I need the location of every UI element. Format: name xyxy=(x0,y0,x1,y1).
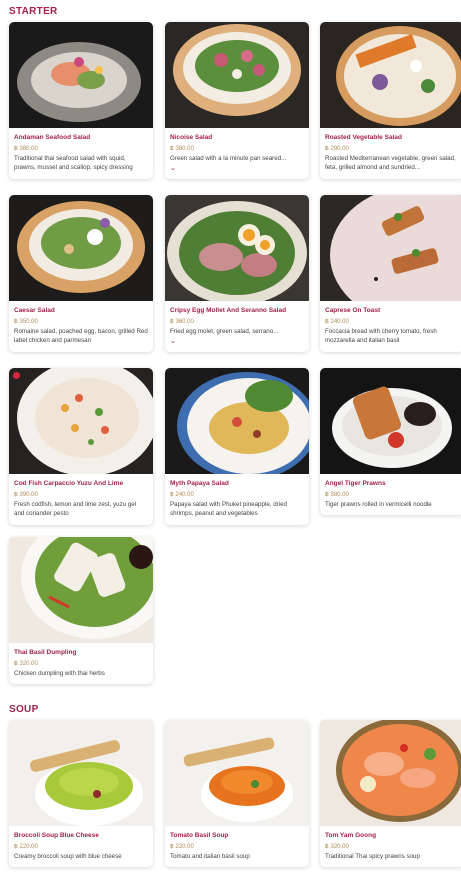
menu-item-card[interactable]: Tom Yam Goong ฿ 320.00 Traditional Thai … xyxy=(320,720,461,867)
dish-photo xyxy=(165,195,309,301)
item-price: ฿ 220.00 xyxy=(14,844,38,850)
item-description: Papaya salad with Phuket pineapple, drie… xyxy=(170,501,287,517)
item-description: Traditional Thai spicy prawns soup xyxy=(325,853,420,860)
item-price: ฿ 380.00 xyxy=(14,146,38,152)
chevron-down-icon[interactable]: ⌄ xyxy=(170,165,304,173)
section-title-soup: SOUP xyxy=(9,704,39,715)
item-price: ฿ 380.00 xyxy=(170,146,194,152)
item-price: ฿ 240.00 xyxy=(325,319,349,325)
dish-photo xyxy=(320,368,461,474)
item-price: ฿ 320.00 xyxy=(325,844,349,850)
dish-photo xyxy=(165,22,309,128)
item-name: Caesar Salad xyxy=(14,307,55,314)
item-price: ฿ 390.00 xyxy=(14,492,38,498)
item-name: Andaman Seafood Salad xyxy=(14,134,91,141)
item-description: Fresh codfish, lemon and lime zest, yuzu… xyxy=(14,501,137,517)
dish-photo xyxy=(165,368,309,474)
dish-photo xyxy=(320,22,461,128)
item-price: ฿ 380.00 xyxy=(325,492,349,498)
menu-item-card[interactable]: Tomato Basil Soup ฿ 220.00 Tomato and it… xyxy=(165,720,309,867)
dish-photo xyxy=(320,720,461,826)
item-description: Foccacia bread with cherry tomato, fresh… xyxy=(325,328,437,344)
item-name: Angel Tiger Prawns xyxy=(325,480,386,487)
status-badge xyxy=(13,372,20,379)
item-name: Roasted Vegetable Salad xyxy=(325,134,402,141)
menu-item-card[interactable]: Caprese On Toast ฿ 240.00 Foccacia bread… xyxy=(320,195,461,352)
menu-item-card[interactable]: Cripsy Egg Mollet And Seranno Salad ฿ 36… xyxy=(165,195,309,352)
menu-item-card[interactable]: Roasted Vegetable Salad ฿ 290.00 Roasted… xyxy=(320,22,461,179)
item-name: Broccoli Soup Blue Cheese xyxy=(14,832,99,839)
item-description: Tiger prawns rolled in vermicelli noodle xyxy=(325,501,432,508)
section-title-starter: STARTER xyxy=(9,6,58,17)
item-price: ฿ 360.00 xyxy=(170,319,194,325)
dish-photo xyxy=(9,22,153,128)
menu-item-card[interactable]: Myth Papaya Salad ฿ 240.00 Papaya salad … xyxy=(165,368,309,525)
dish-photo xyxy=(320,195,461,301)
item-name: Caprese On Toast xyxy=(325,307,381,314)
item-description: Fried egg molet, green salad, serrano... xyxy=(170,328,279,335)
item-price: ฿ 220.00 xyxy=(170,844,194,850)
item-description: Traditional thai seafood salad with squi… xyxy=(14,155,133,171)
menu-item-card[interactable]: Cod Fish Carpaccio Yuzu And Lime ฿ 390.0… xyxy=(9,368,153,525)
menu-item-card[interactable]: Nicoise Salad ฿ 380.00 Green salad with … xyxy=(165,22,309,179)
item-name: Cod Fish Carpaccio Yuzu And Lime xyxy=(14,480,124,487)
item-price: ฿ 240.00 xyxy=(170,492,194,498)
item-name: Cripsy Egg Mollet And Seranno Salad xyxy=(170,307,287,314)
dish-photo xyxy=(9,720,153,826)
menu-item-card[interactable]: Andaman Seafood Salad ฿ 380.00 Tradition… xyxy=(9,22,153,179)
item-name: Tom Yam Goong xyxy=(325,832,377,839)
item-description: Romaine salad, poached egg, bacon, grill… xyxy=(14,328,148,344)
menu-item-card[interactable]: Caesar Salad ฿ 350.00 Romaine salad, poa… xyxy=(9,195,153,352)
dish-photo xyxy=(9,195,153,301)
item-description: Tomato and italian basil soup xyxy=(170,853,250,860)
item-name: Thai Basil Dumpling xyxy=(14,649,77,656)
item-name: Nicoise Salad xyxy=(170,134,213,141)
item-description: Creamy broccoli soup with blue cheese xyxy=(14,853,122,860)
item-description: Roasted Mediterranean vegetable, green s… xyxy=(325,155,456,171)
item-price: ฿ 290.00 xyxy=(325,146,349,152)
item-price: ฿ 320.00 xyxy=(14,661,38,667)
item-name: Tomato Basil Soup xyxy=(170,832,229,839)
item-name: Myth Papaya Salad xyxy=(170,480,229,487)
menu-item-card[interactable]: Broccoli Soup Blue Cheese ฿ 220.00 Cream… xyxy=(9,720,153,867)
menu-item-card[interactable]: Angel Tiger Prawns ฿ 380.00 Tiger prawns… xyxy=(320,368,461,515)
dish-photo xyxy=(165,720,309,826)
item-description: Chicken dumpling with thai herbs xyxy=(14,670,105,677)
dish-photo xyxy=(9,537,153,643)
chevron-down-icon[interactable]: ⌄ xyxy=(170,338,304,346)
menu-item-card[interactable]: Thai Basil Dumpling ฿ 320.00 Chicken dum… xyxy=(9,537,153,684)
item-price: ฿ 350.00 xyxy=(14,319,38,325)
item-description: Green salad with a la minute pan seared.… xyxy=(170,155,287,162)
dish-photo xyxy=(9,368,153,474)
